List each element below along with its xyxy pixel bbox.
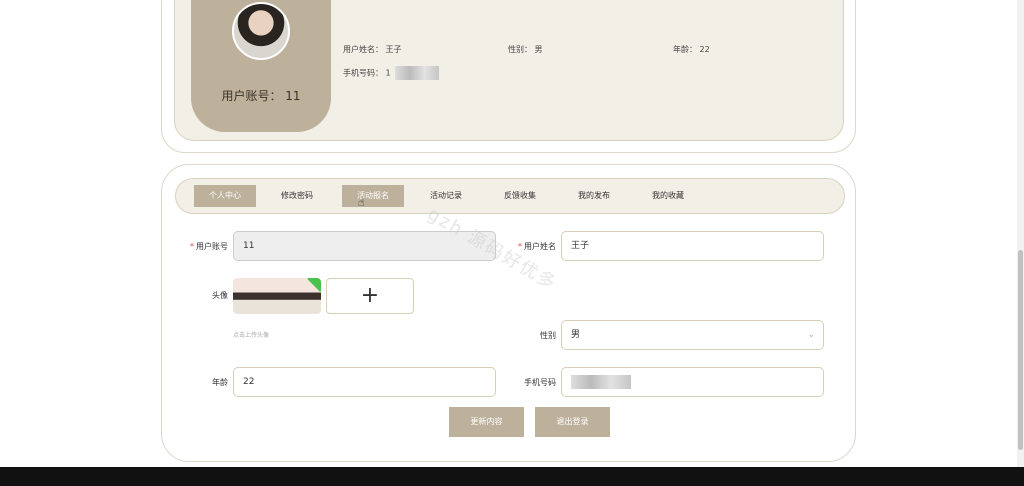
name-label: 用户姓名： xyxy=(343,45,383,54)
tab-feedback[interactable]: 反馈收集 xyxy=(489,185,551,207)
tab-bar: 个人中心 修改密码 活动报名 活动记录 反馈收集 我的发布 我的收藏 xyxy=(175,178,845,214)
name-field-label-text: 用户姓名 xyxy=(524,242,556,251)
phone-label: 手机号码： xyxy=(343,68,383,78)
account-display: 用户账号： 11 xyxy=(191,87,331,104)
info-gender: 性别： 男 xyxy=(508,44,543,55)
age-value: 22 xyxy=(699,45,710,54)
upload-hint: 点击上传头像 xyxy=(233,332,270,339)
age-field-label: 年龄 xyxy=(212,378,228,387)
gender-select[interactable]: 男 ⌄ xyxy=(561,320,824,350)
gender-label: 性别： xyxy=(508,45,532,54)
upload-avatar-button[interactable]: + xyxy=(326,278,414,314)
tab-my-favorites[interactable]: 我的收藏 xyxy=(637,185,699,207)
account-field-label-text: 用户账号 xyxy=(196,242,228,251)
tab-my-posts[interactable]: 我的发布 xyxy=(563,185,625,207)
name-field[interactable]: 王子 xyxy=(561,231,824,261)
avatar-field-label: 头像 xyxy=(212,291,228,300)
gender-value: 男 xyxy=(534,45,543,54)
gender-selected: 男 xyxy=(571,330,581,340)
profile-panel: 用户账号： 11 用户姓名： 王子 性别： 男 年龄： 22 手机号码： 1 xyxy=(174,0,844,141)
scrollbar-thumb[interactable] xyxy=(1018,250,1023,450)
required-mark: * xyxy=(190,242,194,251)
account-value: 11 xyxy=(285,89,301,103)
tab-change-password[interactable]: 修改密码 xyxy=(266,185,328,207)
phone-field-label: 手机号码 xyxy=(524,378,556,387)
info-phone: 手机号码： 1 xyxy=(343,66,440,80)
chevron-down-icon: ⌄ xyxy=(807,330,815,340)
tab-personal-center[interactable]: 个人中心 xyxy=(194,185,256,207)
phone-field[interactable] xyxy=(561,367,824,397)
phone-redacted xyxy=(571,374,631,389)
age-label: 年龄： xyxy=(673,45,697,54)
tab-activity-signup[interactable]: 活动报名 xyxy=(342,185,404,207)
update-button[interactable]: 更新内容 xyxy=(449,407,524,437)
info-name: 用户姓名： 王子 xyxy=(343,44,402,55)
tab-activity-records[interactable]: 活动记录 xyxy=(415,185,477,207)
name-value: 王子 xyxy=(385,45,402,54)
account-field-label: * 用户账号 xyxy=(170,241,228,252)
avatar-thumbnail[interactable] xyxy=(233,278,321,314)
profile-card: 用户账号： 11 用户姓名： 王子 性别： 男 年龄： 22 手机号码： 1 xyxy=(161,0,856,153)
page-scrollbar[interactable] xyxy=(1017,0,1024,467)
avatar xyxy=(232,2,290,60)
account-label: 用户账号： xyxy=(221,89,282,103)
info-age: 年龄： 22 xyxy=(673,44,710,55)
footer-bar xyxy=(0,467,1024,486)
logout-button[interactable]: 退出登录 xyxy=(535,407,610,437)
hand-cursor-icon: ☝ xyxy=(358,196,365,209)
uploaded-check-icon xyxy=(307,278,321,292)
phone-value: 1 xyxy=(385,68,391,78)
age-field[interactable]: 22 xyxy=(233,367,496,397)
profile-avatar-box: 用户账号： 11 xyxy=(191,0,331,132)
gender-field-label: 性别 xyxy=(540,331,556,340)
phone-redacted xyxy=(395,66,440,80)
